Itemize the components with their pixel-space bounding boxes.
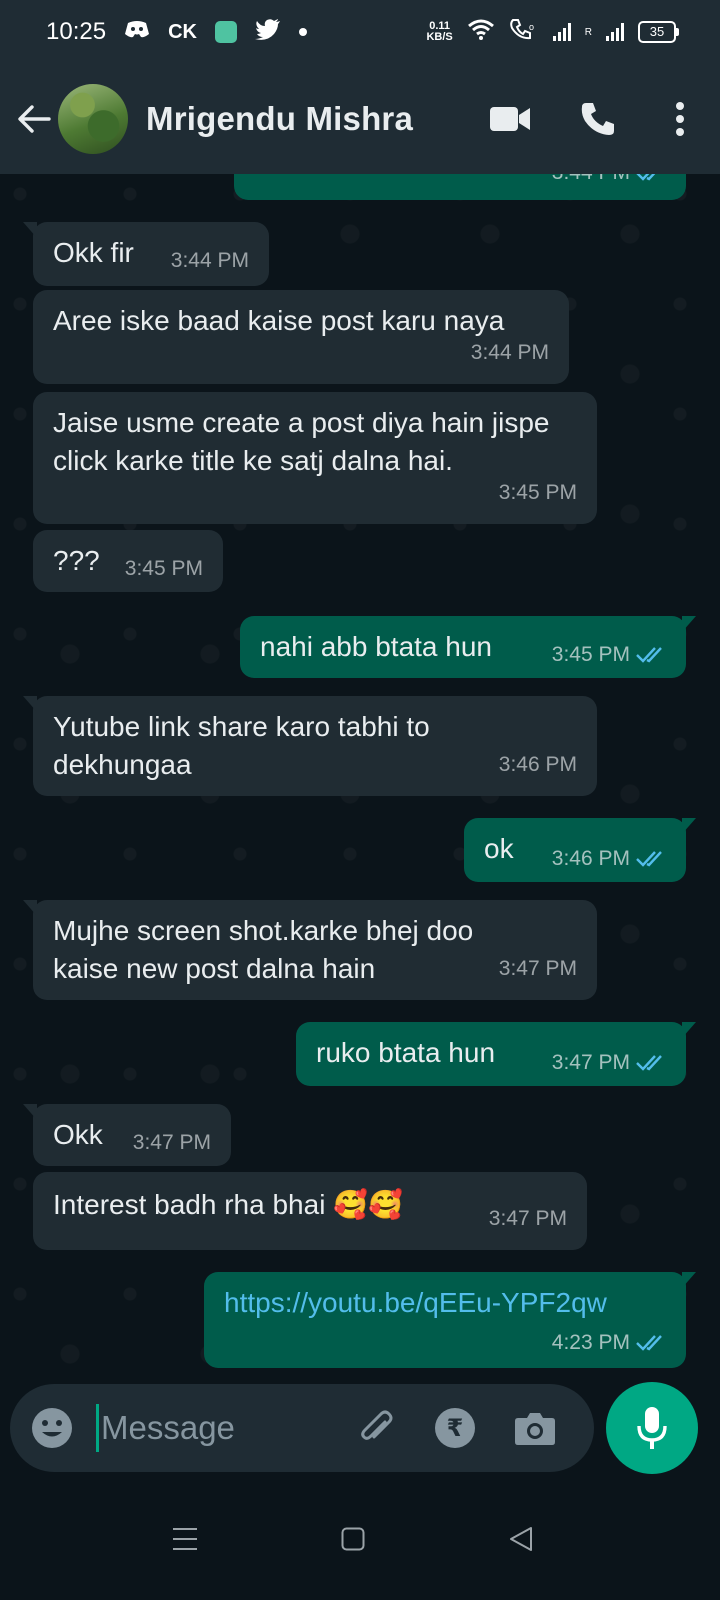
- svg-text:₹: ₹: [447, 1414, 464, 1442]
- message-time: 3:46 PM: [498, 753, 577, 776]
- rupee-icon: ₹: [435, 1408, 475, 1448]
- voice-call-button[interactable]: [568, 89, 628, 149]
- message-text: Jaise usme create a post diya hain jispe…: [53, 407, 550, 476]
- message-time: 3:45 PM: [551, 643, 630, 666]
- app-notification-icon: [214, 21, 237, 43]
- camera-icon: [515, 1413, 555, 1445]
- carrier-text: CK: [168, 20, 197, 43]
- twitter-icon: [254, 18, 281, 47]
- wifi-icon: [467, 18, 495, 47]
- read-ticks-icon: [636, 647, 662, 664]
- read-ticks-icon: [636, 174, 656, 182]
- message-time: 3:45 PM: [498, 481, 577, 504]
- message-bubble-out[interactable]: nahi abb btata hun 3:45 PM: [240, 616, 696, 678]
- emoji-icon: [32, 1408, 72, 1448]
- message-text: Mujhe screen shot.karke bhej doo kaise n…: [53, 915, 474, 984]
- video-camera-icon: [490, 107, 530, 131]
- triangle-back-icon: [510, 1527, 532, 1551]
- message-bubble-in[interactable]: Mujhe screen shot.karke bhej doo kaise n…: [23, 900, 597, 1000]
- more-notifications-dot: [298, 28, 307, 36]
- paperclip-icon: [361, 1410, 393, 1440]
- read-ticks-icon: [636, 851, 662, 868]
- message-bubble-out[interactable]: 3:44 PM: [234, 174, 686, 200]
- menu-lines-icon: [173, 1528, 197, 1550]
- roaming-label: R: [584, 26, 592, 38]
- message-bubble-out[interactable]: ok 3:46 PM: [464, 818, 696, 882]
- message-text: Yutube link share karo tabhi to dekhunga…: [53, 711, 430, 780]
- message-time: 3:47 PM: [551, 1051, 630, 1074]
- chat-area[interactable]: 3:44 PM Okk fir 3:44 PM Aree iske baad k…: [0, 174, 720, 1384]
- message-input[interactable]: [99, 1408, 333, 1448]
- network-speed-unit: KB/S: [426, 31, 453, 43]
- message-bubble-in[interactable]: Okk fir 3:44 PM: [23, 222, 269, 286]
- attach-button[interactable]: [347, 1398, 407, 1458]
- chat-header: Mrigendu Mishra: [0, 64, 720, 174]
- message-time: 3:44 PM: [170, 249, 249, 272]
- discord-icon: [124, 18, 150, 46]
- video-call-button[interactable]: [480, 89, 540, 149]
- message-time: 3:47 PM: [132, 1131, 211, 1154]
- contact-name[interactable]: Mrigendu Mishra: [146, 100, 413, 138]
- network-speed: 0.11 KB/S: [426, 21, 452, 43]
- message-bubble-in[interactable]: Interest badh rha bhai 🥰🥰 3:47 PM: [33, 1172, 587, 1250]
- emoji-button[interactable]: [30, 1406, 74, 1450]
- system-nav-bar: [0, 1478, 720, 1600]
- message-composer: ₹: [10, 1384, 594, 1472]
- message-time: 3:46 PM: [551, 847, 630, 870]
- status-time: 10:25: [46, 18, 107, 45]
- arrow-left-icon: [18, 105, 51, 133]
- avatar[interactable]: [58, 84, 128, 154]
- message-time: 3:44 PM: [470, 341, 549, 364]
- square-icon: [341, 1527, 365, 1551]
- voice-record-button[interactable]: [606, 1382, 698, 1474]
- payment-button[interactable]: ₹: [425, 1398, 485, 1458]
- message-bubble-out[interactable]: ruko btata hun 3:47 PM: [296, 1022, 696, 1086]
- signal-icon-1: [552, 23, 571, 41]
- message-bubble-in[interactable]: Jaise usme create a post diya hain jispe…: [33, 392, 597, 524]
- camera-button[interactable]: [505, 1398, 565, 1458]
- message-time: 4:23 PM: [551, 1331, 630, 1354]
- message-time: 3:44 PM: [552, 174, 630, 184]
- message-bubble-in[interactable]: Okk 3:47 PM: [23, 1104, 231, 1166]
- message-link[interactable]: https://youtu.be/qEEu-YPF2qw: [224, 1284, 666, 1322]
- volte-call-icon: o: [509, 18, 539, 47]
- read-ticks-icon: [636, 1055, 662, 1072]
- microphone-icon: [637, 1407, 667, 1449]
- more-vert-icon: [676, 102, 684, 136]
- signal-icon-2: [606, 23, 624, 41]
- message-bubble-in[interactable]: Aree iske baad kaise post karu naya 3:44…: [33, 290, 569, 384]
- back-button[interactable]: [14, 99, 54, 139]
- recent-apps-button[interactable]: [160, 1514, 210, 1564]
- home-button[interactable]: [328, 1514, 378, 1564]
- message-bubble-in[interactable]: ??? 3:45 PM: [33, 530, 223, 592]
- status-bar: 10:25 CK 0.11 KB/S o R 35: [0, 0, 720, 64]
- menu-button[interactable]: [650, 89, 710, 149]
- battery-icon: 35: [638, 21, 679, 43]
- back-nav-button[interactable]: [496, 1514, 546, 1564]
- svg-text:o: o: [529, 22, 534, 32]
- message-time: 3:47 PM: [488, 1207, 567, 1230]
- message-bubble-in[interactable]: Yutube link share karo tabhi to dekhunga…: [23, 696, 597, 796]
- read-ticks-icon: [636, 1335, 662, 1352]
- message-time: 3:45 PM: [124, 557, 203, 580]
- phone-icon: [581, 103, 614, 135]
- message-bubble-out[interactable]: https://youtu.be/qEEu-YPF2qw 4:23 PM: [204, 1272, 696, 1368]
- message-time: 3:47 PM: [498, 957, 577, 980]
